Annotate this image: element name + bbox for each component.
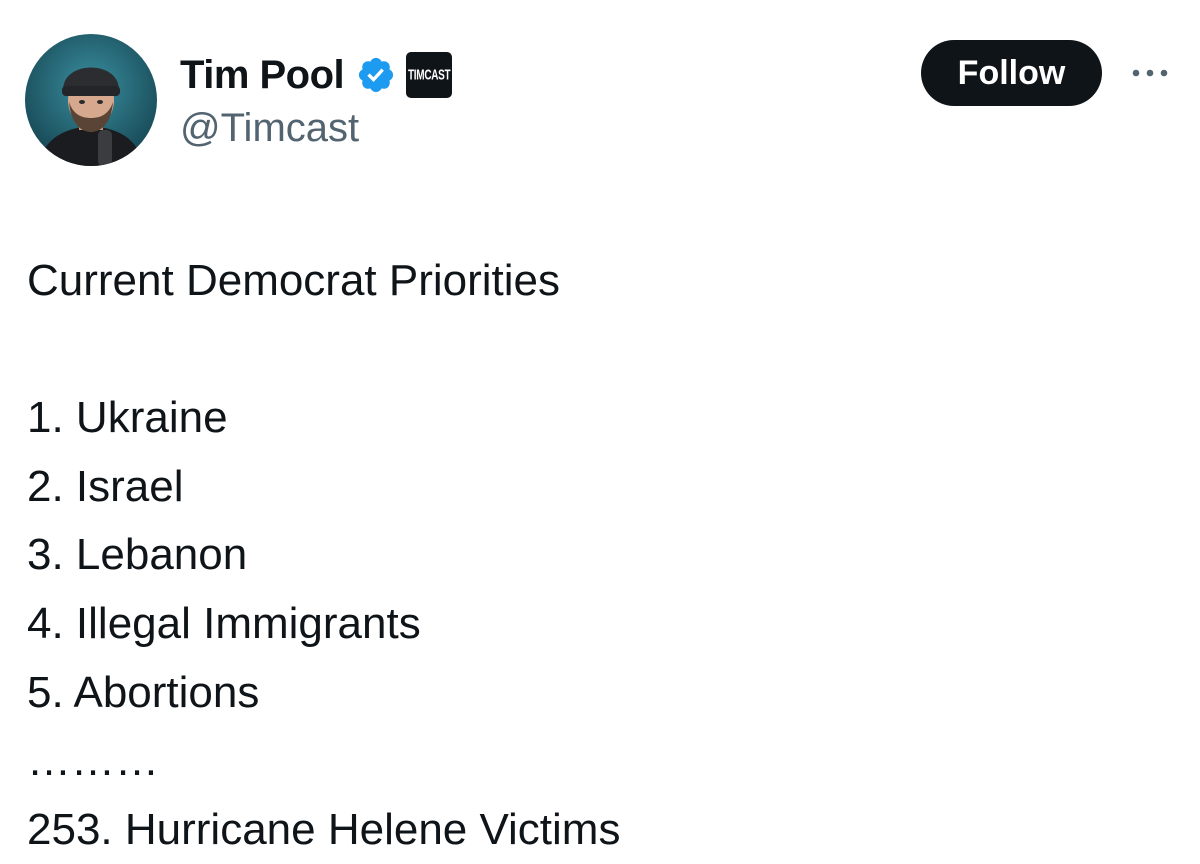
list-item: 3. Lebanon [27, 530, 248, 580]
list-item: 1. Ukraine [27, 393, 228, 443]
list-item: 4. Illegal Immigrants [27, 598, 421, 648]
avatar-image [25, 34, 157, 166]
list-item: 5. Abortions [27, 667, 260, 717]
list-ellipsis: ……… [27, 736, 159, 786]
list-item: 2. Israel [27, 461, 184, 511]
more-horizontal-icon[interactable] [1124, 58, 1176, 88]
verified-badge-icon[interactable] [356, 55, 396, 95]
author-handle[interactable]: @Timcast [180, 106, 359, 151]
affiliate-badge[interactable]: TIMCAST [406, 52, 453, 98]
affiliate-badge-text: TIMCAST [408, 66, 451, 84]
tweet-text: Current Democrat Priorities 1. Ukraine 2… [27, 247, 1177, 864]
display-name[interactable]: Tim Pool [180, 53, 345, 98]
avatar[interactable] [25, 34, 157, 166]
follow-button[interactable]: Follow [921, 40, 1102, 106]
author-name-row: Tim Pool TIMCAST [180, 50, 453, 100]
tweet-heading: Current Democrat Priorities [27, 256, 561, 305]
tweet-card: Tim Pool TIMCAST @Timcast Follow Current… [0, 0, 1200, 856]
list-item: 253. Hurricane Helene Victims [27, 804, 621, 854]
